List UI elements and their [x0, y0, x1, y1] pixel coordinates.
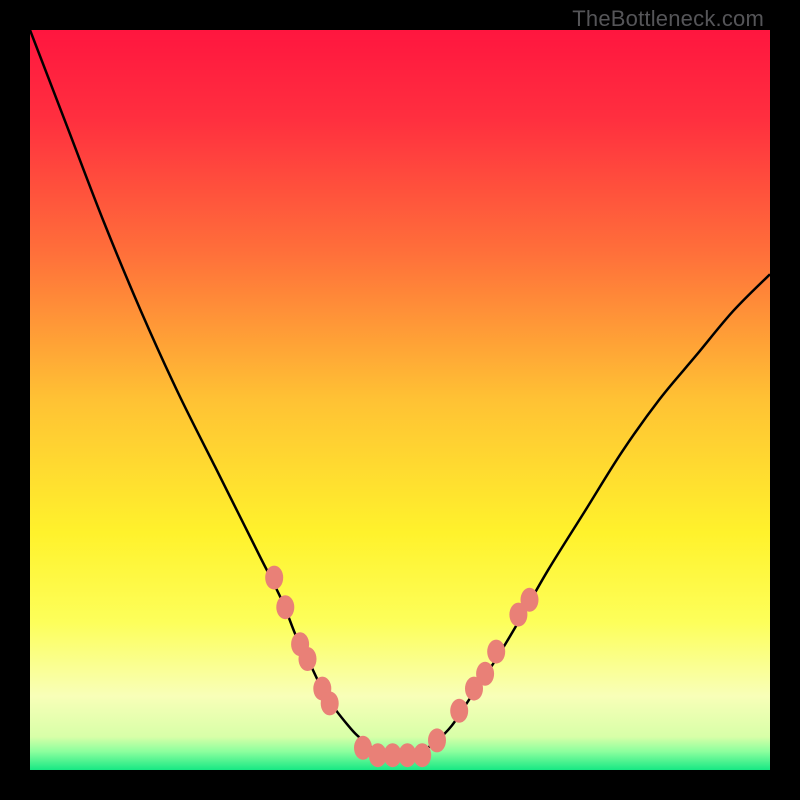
- marker-dot: [276, 595, 294, 619]
- marker-dot: [450, 699, 468, 723]
- marker-dot: [299, 647, 317, 671]
- marker-dot: [413, 743, 431, 767]
- marker-dot: [521, 588, 539, 612]
- bottleneck-curve: [30, 30, 770, 757]
- marker-dot: [321, 691, 339, 715]
- marker-group: [265, 566, 538, 768]
- marker-dot: [265, 566, 283, 590]
- marker-dot: [487, 640, 505, 664]
- watermark-text: TheBottleneck.com: [572, 6, 764, 32]
- marker-dot: [476, 662, 494, 686]
- marker-dot: [428, 728, 446, 752]
- chart-svg: [30, 30, 770, 770]
